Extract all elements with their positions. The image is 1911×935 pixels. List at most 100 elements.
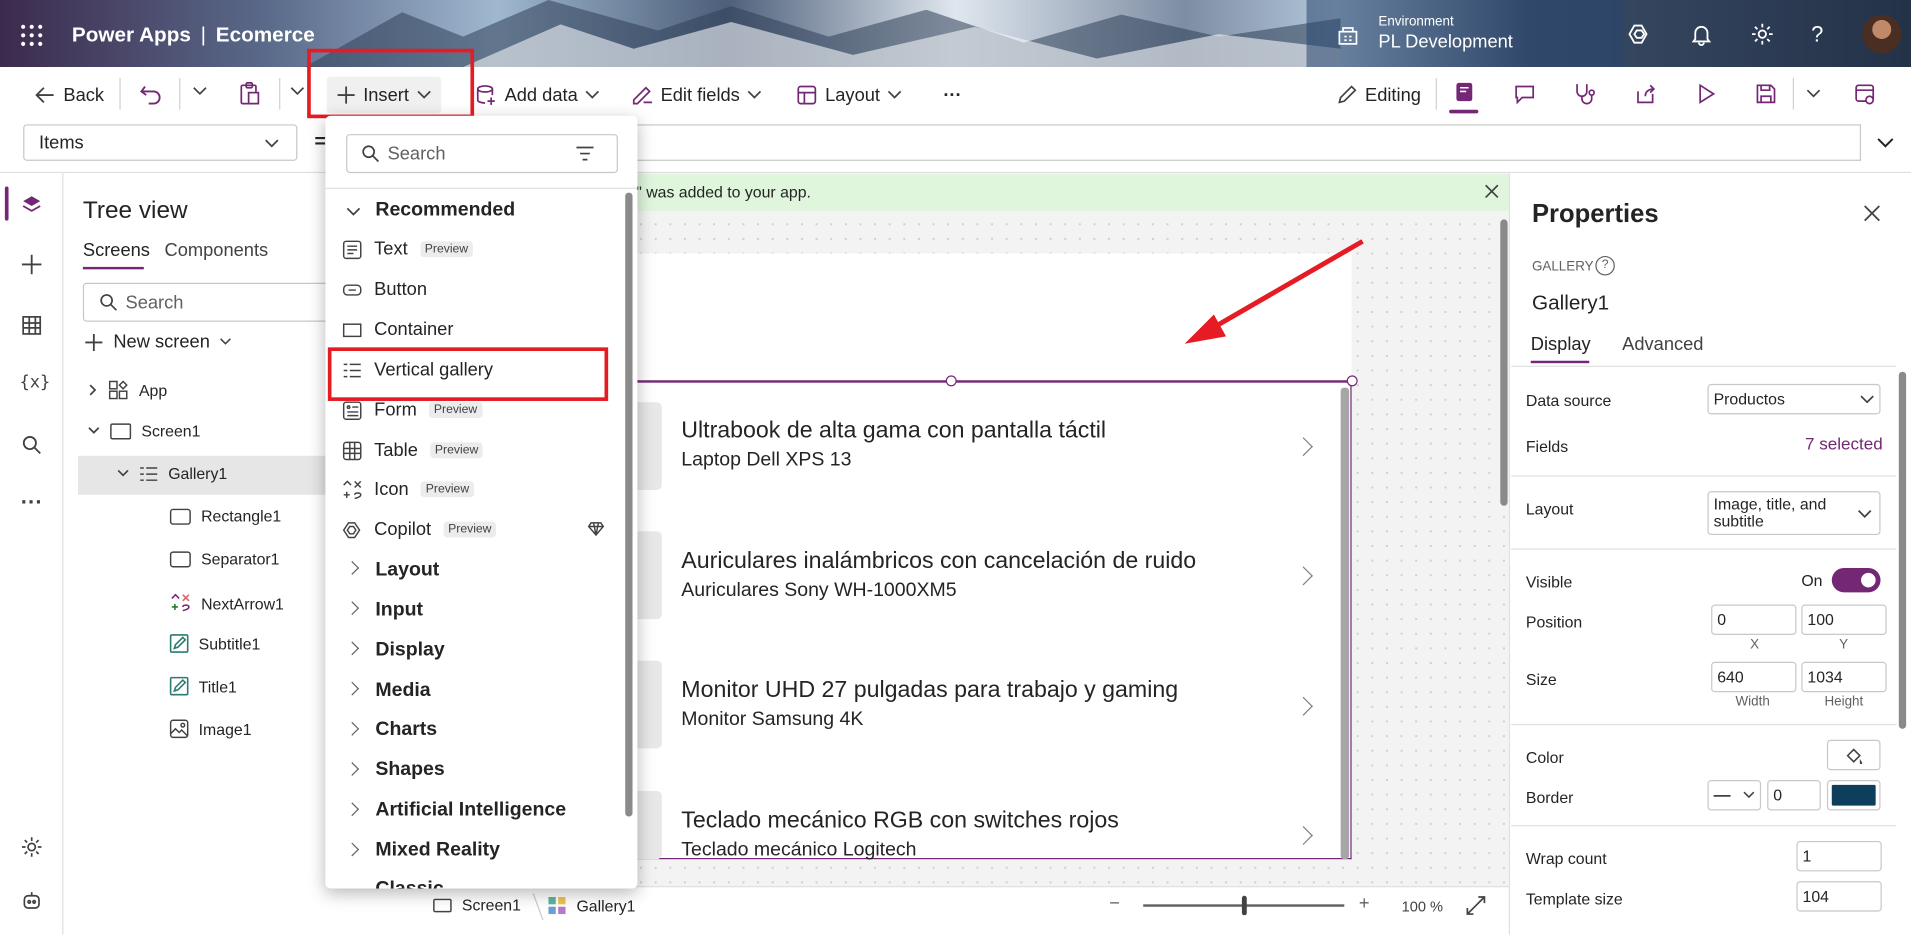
tree-node-separator1[interactable]: Separator1 [169, 550, 279, 568]
edit-fields-button[interactable]: Edit fields [631, 77, 762, 114]
insert-item-container[interactable]: Container [342, 319, 453, 340]
user-avatar[interactable] [1862, 14, 1902, 54]
comments-icon[interactable] [1514, 83, 1536, 105]
tab-screens[interactable]: Screens [83, 240, 150, 261]
fields-selected-link[interactable]: 7 selected [1805, 434, 1883, 454]
zoom-in-button[interactable]: + [1359, 893, 1370, 914]
settings-icon[interactable] [1750, 22, 1774, 46]
height-input[interactable]: 1034 [1801, 661, 1887, 693]
insert-item-table[interactable]: Table Preview [342, 440, 484, 461]
copilot-icon[interactable] [1627, 22, 1651, 46]
data-table-icon[interactable] [21, 314, 43, 336]
canvas-scrollbar[interactable] [1500, 219, 1508, 506]
tree-node-gallery1[interactable]: Gallery1 [117, 464, 227, 483]
tree-node-title1[interactable]: Title1 [169, 676, 237, 696]
category-artificial-intelligence[interactable]: Artificial Intelligence [375, 800, 566, 822]
help-circle-icon[interactable]: ? [1595, 255, 1615, 276]
help-icon[interactable]: ? [1811, 22, 1823, 48]
editing-mode-button[interactable]: Editing [1336, 77, 1421, 114]
template-size-input[interactable]: 104 [1796, 881, 1882, 912]
data-source-dropdown[interactable]: Productos [1707, 383, 1881, 415]
app-launcher-icon[interactable] [21, 24, 43, 46]
zoom-out-button[interactable]: − [1109, 893, 1120, 914]
paste-dropdown-chevron-icon[interactable] [290, 87, 305, 97]
tree-node-image1[interactable]: Image1 [169, 719, 252, 739]
tree-search-input[interactable] [82, 282, 351, 322]
position-y-input[interactable]: 100 [1801, 604, 1887, 635]
insert-panel-scrollbar[interactable] [625, 192, 633, 817]
gallery-item-subtitle[interactable]: Teclado mecánico Logitech [681, 840, 916, 862]
formula-input[interactable] [633, 124, 1862, 161]
gallery-scrollbar[interactable] [1340, 387, 1350, 860]
insert-item-copilot[interactable]: Copilot Preview [342, 519, 497, 540]
tab-display[interactable]: Display [1531, 334, 1591, 355]
insert-item-icon[interactable]: Icon Preview [342, 479, 475, 500]
tree-view-layers-icon[interactable] [21, 194, 43, 216]
expand-formula-chevron-icon[interactable] [1877, 138, 1894, 149]
border-width-input[interactable]: 0 [1767, 780, 1821, 811]
gallery-item-subtitle[interactable]: Laptop Dell XPS 13 [681, 450, 851, 472]
tree-node-rectangle1[interactable]: Rectangle1 [169, 507, 281, 525]
category-media[interactable]: Media [375, 680, 430, 702]
color-picker-button[interactable] [1826, 739, 1881, 771]
more-options-icon[interactable]: ··· [21, 490, 43, 516]
health-monitor-icon[interactable] [1573, 82, 1595, 106]
category-input[interactable]: Input [375, 600, 423, 622]
virtual-agent-icon[interactable] [21, 891, 43, 913]
gallery-item-title[interactable]: Auriculares inalámbricos con cancelación… [681, 548, 1196, 575]
visible-toggle[interactable] [1831, 567, 1881, 593]
tree-node-nextarrow1[interactable]: NextArrow1 [169, 592, 284, 614]
border-color-picker[interactable] [1826, 780, 1881, 811]
back-button[interactable]: Back [34, 77, 104, 114]
fit-to-window-icon[interactable] [1466, 896, 1486, 916]
border-style-dropdown[interactable] [1707, 780, 1762, 811]
notifications-icon[interactable] [1689, 22, 1713, 46]
category-charts[interactable]: Charts [375, 719, 437, 741]
publish-icon[interactable] [1854, 82, 1876, 106]
category-shapes[interactable]: Shapes [375, 759, 444, 781]
gallery-item-title[interactable]: Ultrabook de alta gama con pantalla táct… [681, 418, 1106, 445]
category-display[interactable]: Display [375, 640, 444, 662]
layout-button[interactable]: Layout [796, 77, 902, 114]
breadcrumb-screen1[interactable]: Screen1 [433, 896, 521, 914]
save-dropdown-chevron-icon[interactable] [1806, 89, 1821, 99]
more-commands-button[interactable]: ··· [943, 77, 961, 114]
gallery-item-subtitle[interactable]: Auriculares Sony WH-1000XM5 [681, 580, 956, 602]
breadcrumb-gallery1[interactable]: Gallery1 [547, 896, 635, 916]
tree-node-app[interactable]: App [88, 379, 167, 401]
add-data-button[interactable]: Add data [475, 77, 600, 114]
share-icon[interactable] [1634, 83, 1656, 105]
app-checker-book-icon[interactable] [1453, 80, 1477, 104]
resize-handle-top-right[interactable] [1346, 375, 1358, 387]
filter-icon[interactable] [575, 146, 595, 161]
undo-icon[interactable] [139, 83, 163, 105]
new-screen-button[interactable]: New screen [84, 332, 232, 352]
search-icon[interactable] [21, 434, 43, 456]
category-mixed-reality[interactable]: Mixed Reality [375, 840, 500, 862]
close-properties-icon[interactable] [1863, 205, 1880, 222]
wrap-count-input[interactable]: 1 [1796, 840, 1882, 872]
paste-icon[interactable] [239, 82, 261, 106]
property-dropdown[interactable]: Items [23, 124, 298, 161]
close-notification-icon[interactable] [1484, 184, 1499, 199]
layout-dropdown[interactable]: Image, title, and subtitle [1707, 491, 1881, 536]
preview-play-icon[interactable] [1697, 83, 1717, 105]
app-settings-gear-icon[interactable] [21, 836, 43, 858]
gallery-item-subtitle[interactable]: Monitor Samsung 4K [681, 709, 863, 731]
save-icon[interactable] [1755, 83, 1777, 105]
insert-item-text[interactable]: Text Preview [342, 239, 473, 260]
zoom-slider-thumb[interactable] [1241, 895, 1247, 916]
environment-value[interactable]: PL Development [1378, 32, 1512, 53]
gallery-item-title[interactable]: Monitor UHD 27 pulgadas para trabajo y g… [681, 678, 1178, 705]
insert-item-form[interactable]: Form Preview [342, 400, 483, 420]
chevron-down-icon[interactable] [346, 207, 361, 217]
control-name[interactable]: Gallery1 [1532, 291, 1609, 315]
insert-item-button[interactable]: Button [342, 279, 427, 300]
recommended-header[interactable]: Recommended [375, 200, 515, 222]
category-layout[interactable]: Layout [375, 559, 439, 581]
tree-node-subtitle1[interactable]: Subtitle1 [169, 634, 260, 654]
category-classic[interactable]: Classic [375, 879, 443, 889]
insert-plus-icon[interactable] [21, 254, 43, 276]
gallery-item-title[interactable]: Teclado mecánico RGB con switches rojos [681, 808, 1119, 835]
position-x-input[interactable]: 0 [1711, 604, 1797, 635]
